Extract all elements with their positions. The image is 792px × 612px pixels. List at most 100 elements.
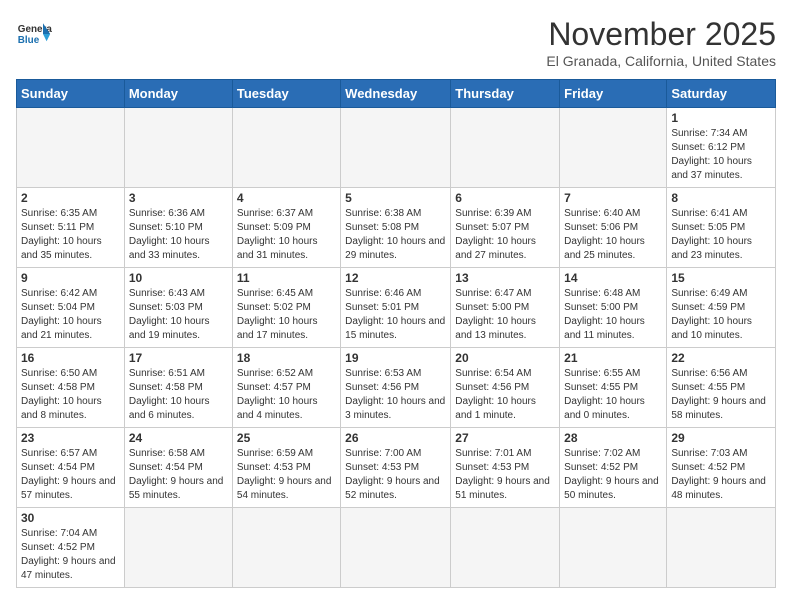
calendar-cell: 13Sunrise: 6:47 AM Sunset: 5:00 PM Dayli…: [451, 268, 560, 348]
calendar-cell: [17, 108, 125, 188]
day-info: Sunrise: 6:39 AM Sunset: 5:07 PM Dayligh…: [455, 207, 555, 263]
day-info: Sunrise: 7:04 AM Sunset: 4:52 PM Dayligh…: [21, 527, 120, 583]
day-number: 2: [21, 191, 120, 205]
day-number: 15: [671, 271, 771, 285]
calendar-cell: [341, 508, 451, 588]
day-info: Sunrise: 6:41 AM Sunset: 5:05 PM Dayligh…: [671, 207, 771, 263]
calendar-cell: [451, 108, 560, 188]
day-number: 17: [129, 351, 228, 365]
day-info: Sunrise: 6:58 AM Sunset: 4:54 PM Dayligh…: [129, 447, 228, 503]
calendar-cell: 18 Sunrise: 6:52 AM Sunset: 4:57 PM Dayli…: [232, 348, 340, 428]
day-number: 7: [564, 191, 662, 205]
column-header-tuesday: Tuesday: [232, 80, 340, 108]
calendar-cell: 30 Sunrise: 7:04 AM Sunset: 4:52 PM Dayli…: [17, 508, 125, 588]
day-info: Sunrise: 7:02 AM Sunset: 4:52 PM Dayligh…: [564, 447, 662, 503]
week-row-2: 2 Sunrise: 6:35 AM Sunset: 5:11 PM Daylig…: [17, 188, 776, 268]
day-info: Sunrise: 6:52 AM Sunset: 4:57 PM Dayligh…: [237, 367, 336, 423]
day-info: Sunrise: 7:01 AM Sunset: 4:53 PM Dayligh…: [455, 447, 555, 503]
day-number: 4: [237, 191, 336, 205]
day-number: 13: [455, 271, 555, 285]
day-number: 24: [129, 431, 228, 445]
page-header: General Blue November 2025 El Granada, C…: [16, 16, 776, 69]
day-info: Sunrise: 7:00 AM Sunset: 4:53 PM Dayligh…: [345, 447, 446, 503]
day-number: 11: [237, 271, 336, 285]
calendar-cell: 26 Sunrise: 7:00 AM Sunset: 4:53 PM Dayli…: [341, 428, 451, 508]
calendar-cell: 21 Sunrise: 6:55 AM Sunset: 4:55 PM Dayli…: [560, 348, 667, 428]
day-number: 9: [21, 271, 120, 285]
month-title: November 2025: [546, 16, 776, 53]
calendar-cell: [232, 108, 340, 188]
day-info: Sunrise: 6:45 AM Sunset: 5:02 PM Dayligh…: [237, 287, 336, 343]
day-number: 14: [564, 271, 662, 285]
calendar-cell: [667, 508, 776, 588]
column-header-saturday: Saturday: [667, 80, 776, 108]
day-info: Sunrise: 6:56 AM Sunset: 4:55 PM Dayligh…: [671, 367, 771, 423]
calendar-cell: [451, 508, 560, 588]
day-number: 10: [129, 271, 228, 285]
column-header-thursday: Thursday: [451, 80, 560, 108]
calendar-cell: [560, 508, 667, 588]
week-row-6: 30 Sunrise: 7:04 AM Sunset: 4:52 PM Dayli…: [17, 508, 776, 588]
day-number: 18: [237, 351, 336, 365]
calendar-cell: 9 Sunrise: 6:42 AM Sunset: 5:04 PM Daylig…: [17, 268, 125, 348]
calendar-table: SundayMondayTuesdayWednesdayThursdayFrid…: [16, 79, 776, 588]
calendar-cell: 11 Sunrise: 6:45 AM Sunset: 5:02 PM Dayli…: [232, 268, 340, 348]
day-info: Sunrise: 6:50 AM Sunset: 4:58 PM Dayligh…: [21, 367, 120, 423]
day-info: Sunrise: 6:51 AM Sunset: 4:58 PM Dayligh…: [129, 367, 228, 423]
week-row-5: 23Sunrise: 6:57 AM Sunset: 4:54 PM Dayli…: [17, 428, 776, 508]
calendar-cell: 17 Sunrise: 6:51 AM Sunset: 4:58 PM Dayli…: [124, 348, 232, 428]
location-subtitle: El Granada, California, United States: [546, 53, 776, 69]
calendar-cell: 28 Sunrise: 7:02 AM Sunset: 4:52 PM Dayli…: [560, 428, 667, 508]
day-info: Sunrise: 6:36 AM Sunset: 5:10 PM Dayligh…: [129, 207, 228, 263]
day-number: 26: [345, 431, 446, 445]
calendar-cell: [560, 108, 667, 188]
calendar-cell: 27 Sunrise: 7:01 AM Sunset: 4:53 PM Dayli…: [451, 428, 560, 508]
day-number: 12: [345, 271, 446, 285]
calendar-cell: 6 Sunrise: 6:39 AM Sunset: 5:07 PM Daylig…: [451, 188, 560, 268]
day-info: Sunrise: 6:42 AM Sunset: 5:04 PM Dayligh…: [21, 287, 120, 343]
column-header-monday: Monday: [124, 80, 232, 108]
day-number: 22: [671, 351, 771, 365]
day-number: 28: [564, 431, 662, 445]
day-info: Sunrise: 6:55 AM Sunset: 4:55 PM Dayligh…: [564, 367, 662, 423]
day-number: 6: [455, 191, 555, 205]
calendar-cell: 20 Sunrise: 6:54 AM Sunset: 4:56 PM Dayli…: [451, 348, 560, 428]
calendar-cell: 7 Sunrise: 6:40 AM Sunset: 5:06 PM Daylig…: [560, 188, 667, 268]
calendar-header-row: SundayMondayTuesdayWednesdayThursdayFrid…: [17, 80, 776, 108]
calendar-cell: 3Sunrise: 6:36 AM Sunset: 5:10 PM Daylig…: [124, 188, 232, 268]
calendar-cell: 5Sunrise: 6:38 AM Sunset: 5:08 PM Daylig…: [341, 188, 451, 268]
calendar-cell: [124, 108, 232, 188]
calendar-cell: 22 Sunrise: 6:56 AM Sunset: 4:55 PM Dayli…: [667, 348, 776, 428]
calendar-cell: 19Sunrise: 6:53 AM Sunset: 4:56 PM Dayli…: [341, 348, 451, 428]
calendar-cell: 16 Sunrise: 6:50 AM Sunset: 4:58 PM Dayli…: [17, 348, 125, 428]
general-blue-logo-icon: General Blue: [16, 16, 52, 52]
calendar-cell: 2 Sunrise: 6:35 AM Sunset: 5:11 PM Daylig…: [17, 188, 125, 268]
calendar-cell: [341, 108, 451, 188]
day-number: 30: [21, 511, 120, 525]
day-number: 1: [671, 111, 771, 125]
calendar-cell: 24 Sunrise: 6:58 AM Sunset: 4:54 PM Dayli…: [124, 428, 232, 508]
day-info: Sunrise: 6:35 AM Sunset: 5:11 PM Dayligh…: [21, 207, 120, 263]
day-number: 8: [671, 191, 771, 205]
day-number: 20: [455, 351, 555, 365]
calendar-cell: 29Sunrise: 7:03 AM Sunset: 4:52 PM Dayli…: [667, 428, 776, 508]
calendar-cell: 1Sunrise: 7:34 AM Sunset: 6:12 PM Daylig…: [667, 108, 776, 188]
calendar-cell: 8 Sunrise: 6:41 AM Sunset: 5:05 PM Daylig…: [667, 188, 776, 268]
day-info: Sunrise: 6:40 AM Sunset: 5:06 PM Dayligh…: [564, 207, 662, 263]
column-header-wednesday: Wednesday: [341, 80, 451, 108]
calendar-cell: 10Sunrise: 6:43 AM Sunset: 5:03 PM Dayli…: [124, 268, 232, 348]
week-row-3: 9 Sunrise: 6:42 AM Sunset: 5:04 PM Daylig…: [17, 268, 776, 348]
day-number: 21: [564, 351, 662, 365]
day-number: 29: [671, 431, 771, 445]
calendar-cell: 23Sunrise: 6:57 AM Sunset: 4:54 PM Dayli…: [17, 428, 125, 508]
day-number: 25: [237, 431, 336, 445]
day-info: Sunrise: 6:48 AM Sunset: 5:00 PM Dayligh…: [564, 287, 662, 343]
calendar-cell: [232, 508, 340, 588]
logo: General Blue: [16, 16, 52, 52]
day-info: Sunrise: 6:54 AM Sunset: 4:56 PM Dayligh…: [455, 367, 555, 423]
day-number: 16: [21, 351, 120, 365]
day-info: Sunrise: 6:57 AM Sunset: 4:54 PM Dayligh…: [21, 447, 120, 503]
day-number: 19: [345, 351, 446, 365]
day-number: 27: [455, 431, 555, 445]
day-info: Sunrise: 6:37 AM Sunset: 5:09 PM Dayligh…: [237, 207, 336, 263]
